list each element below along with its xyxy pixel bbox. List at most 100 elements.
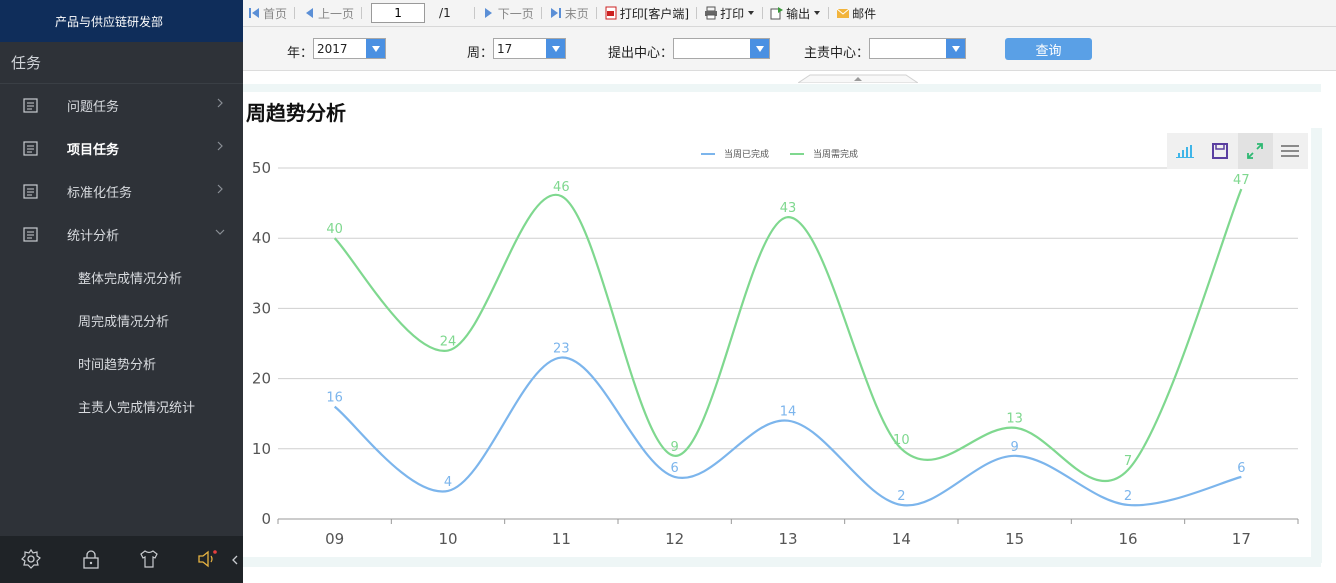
next-page-label: 下一页 [497, 6, 534, 21]
chevron-down-icon [215, 229, 225, 235]
fullscreen-button[interactable] [1237, 133, 1273, 169]
sidebar-subitem-time-trend[interactable]: 时间趋势分析 [0, 342, 243, 385]
mail-button[interactable]: 邮件 [832, 0, 880, 27]
toolbar-divider [696, 7, 698, 19]
x-tick-label: 13 [778, 530, 797, 548]
speaker-icon[interactable] [196, 548, 218, 570]
chart-frame-bottom [243, 557, 1321, 567]
sidebar: 产品与供应链研发部 任务 问题任务 项目任务 标准化任务 统计分析 整体完成情况… [0, 0, 243, 583]
save-icon [1211, 143, 1228, 159]
sidebar-item-project-tasks[interactable]: 项目任务 [0, 127, 243, 170]
x-tick-label: 12 [665, 530, 684, 548]
toolbar-divider [595, 7, 597, 19]
printer-icon [705, 6, 718, 20]
legend-label: 当周需完成 [813, 148, 858, 160]
chart-frame-right [1311, 128, 1322, 563]
settings-icon[interactable] [20, 548, 42, 570]
toolbar-divider [473, 7, 475, 19]
first-page-icon [249, 8, 259, 18]
org-name-bar[interactable]: 产品与供应链研发部 [0, 0, 243, 42]
filter-bar: 年： 2017 周： 17 提出中心： 主责中心： 查询 [243, 27, 1336, 71]
dropdown-arrow-icon [814, 11, 821, 15]
legend-label: 当周已完成 [724, 148, 769, 160]
skin-theme-icon[interactable] [138, 548, 160, 570]
collapse-sidebar-icon[interactable] [231, 555, 239, 565]
sidebar-item-issue-tasks[interactable]: 问题任务 [0, 84, 243, 127]
query-button[interactable]: 查询 [1005, 38, 1092, 60]
x-tick-label: 11 [552, 530, 571, 548]
sidebar-item-label: 统计分析 [67, 229, 120, 244]
x-tick-label: 15 [1005, 530, 1024, 548]
axes: 0 10 20 30 40 50 09 10 11 12 13 14 15 16 17 [252, 159, 1299, 548]
sidebar-title-text: 任务 [11, 54, 42, 72]
data-label: 16 [326, 391, 343, 406]
sidebar-subitem-overall-completion[interactable]: 整体完成情况分析 [0, 256, 243, 299]
report-toolbar: 首页 上一页 /1 下一页 末页 打印[客户端] 打印 输出 邮件 [243, 0, 1336, 27]
year-select[interactable]: 2017 [313, 38, 386, 59]
bar-chart-toggle-button[interactable] [1167, 133, 1203, 169]
sidebar-footer [0, 536, 243, 583]
sidebar-item-statistics[interactable]: 统计分析 [0, 213, 243, 256]
sidebar-title: 任务 [0, 42, 243, 84]
chevron-down-icon[interactable] [546, 39, 565, 58]
document-icon [23, 98, 38, 113]
toolbar-divider [828, 7, 830, 19]
sidebar-subitem-weekly-completion[interactable]: 周完成情况分析 [0, 299, 243, 342]
owner-center-select[interactable] [869, 38, 966, 59]
y-tick-label: 50 [252, 159, 271, 177]
sidebar-subitem-owner-completion[interactable]: 主责人完成情况统计 [0, 385, 243, 428]
page-total: /1 [439, 6, 451, 20]
chart-legend[interactable]: 当周已完成 当周需完成 [701, 148, 858, 160]
y-tick-label: 10 [252, 440, 271, 458]
last-page-button[interactable]: 末页 [545, 0, 593, 27]
print-client-button[interactable]: 打印[客户端] [600, 0, 693, 27]
data-label: 43 [780, 201, 797, 216]
prev-page-label: 上一页 [318, 6, 355, 21]
next-page-button[interactable]: 下一页 [478, 0, 538, 27]
week-label: 周： [467, 46, 494, 61]
sidebar-item-label: 问题任务 [67, 100, 120, 115]
sidebar-subitem-label: 时间趋势分析 [78, 358, 157, 373]
chart-menu-button[interactable] [1272, 133, 1308, 169]
mail-label: 邮件 [852, 6, 877, 21]
dropdown-arrow-icon [748, 11, 755, 15]
chevron-right-icon [217, 141, 223, 151]
lock-icon[interactable] [80, 548, 102, 570]
week-select[interactable]: 17 [493, 38, 566, 59]
save-image-button[interactable] [1202, 133, 1238, 169]
print-label: 打印 [720, 6, 745, 21]
data-label: 9 [671, 440, 679, 455]
fullscreen-icon [1247, 143, 1264, 159]
weekly-trend-chart: 0 10 20 30 40 50 09 10 11 12 13 14 15 16 17 16 4 23 6 14 2 9… [252, 148, 1299, 548]
submit-center-select[interactable] [673, 38, 770, 59]
toolbar-divider [294, 7, 296, 19]
document-icon [23, 184, 38, 199]
chevron-down-icon[interactable] [750, 39, 769, 58]
first-page-button[interactable]: 首页 [243, 0, 291, 27]
owner-center-label: 主责中心： [804, 46, 870, 61]
series-line-0 [334, 356, 1242, 507]
page-title: 周趋势分析 [246, 101, 346, 125]
y-tick-label: 0 [261, 510, 271, 528]
next-page-icon [484, 8, 492, 18]
y-tick-label: 30 [252, 299, 271, 317]
toolbar-divider [540, 7, 542, 19]
prev-page-icon [306, 8, 314, 18]
sidebar-item-standardization-tasks[interactable]: 标准化任务 [0, 170, 243, 213]
document-icon [23, 141, 38, 156]
sidebar-subitem-label: 周完成情况分析 [78, 315, 170, 330]
last-page-icon [550, 8, 561, 18]
data-label: 2 [1124, 489, 1132, 504]
mail-icon [836, 8, 850, 18]
data-label: 6 [1237, 461, 1245, 476]
chevron-down-icon[interactable] [946, 39, 965, 58]
pdf-print-icon [605, 6, 617, 20]
prev-page-button[interactable]: 上一页 [298, 0, 358, 27]
org-name: 产品与供应链研发部 [55, 14, 164, 29]
chevron-down-icon[interactable] [366, 39, 385, 58]
collapse-filter-tab[interactable] [798, 71, 918, 83]
page-number-input[interactable] [371, 3, 426, 23]
export-button[interactable]: 输出 [766, 0, 825, 27]
print-button[interactable]: 打印 [700, 0, 759, 27]
chevron-right-icon [217, 184, 223, 194]
